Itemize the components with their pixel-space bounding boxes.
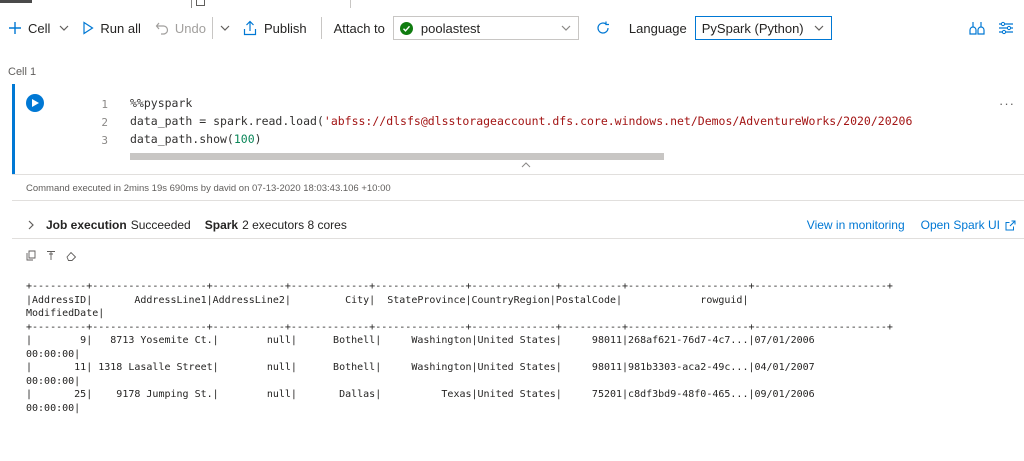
refresh-icon [597,21,609,34]
code-text: %%pyspark [130,96,193,110]
chevron-up-icon[interactable] [520,160,532,170]
toolbar-divider [211,17,213,39]
add-cell-label: Cell [28,20,51,36]
chevron-down-icon [561,25,571,31]
tab-fragment [0,0,32,3]
divider [12,200,1024,201]
run-all-button[interactable]: Run all [82,14,141,42]
job-execution-title: Job execution [46,218,127,232]
external-link-icon[interactable] [1005,220,1016,231]
settings-sliders-icon [999,21,1013,35]
divider [12,238,1024,239]
play-icon [32,99,39,107]
code-line[interactable]: data_path.show(100) [130,132,262,146]
filter-icon[interactable] [46,250,56,261]
code-text: .read.load( [247,114,324,128]
clear-output-icon[interactable] [66,251,77,261]
code-identifier: spark [213,114,248,128]
chevron-down-icon [59,25,69,31]
attach-to-value: poolastest [420,20,481,36]
notebook-tab-strip [0,0,360,8]
publish-label: Publish [263,20,307,36]
language-value: PySpark (Python) [701,20,804,36]
copy-icon[interactable] [26,250,36,261]
horizontal-scrollbar[interactable] [130,153,664,160]
divider [12,174,1024,175]
play-icon [83,21,95,35]
chevron-right-icon[interactable] [26,219,36,231]
run-all-label: Run all [100,20,141,36]
view-in-monitoring-link[interactable]: View in monitoring [807,218,905,232]
line-number: 1 [101,98,108,111]
variables-icon [969,22,985,35]
language-select[interactable]: PySpark (Python) [694,16,832,40]
command-execution-info: Command executed in 2mins 19s 690ms by d… [26,183,391,194]
code-string: 'abfss://dlsfs@dlsstorageaccount.dfs.cor… [323,114,913,128]
undo-icon [155,22,168,35]
attach-to-label: Attach to [333,20,385,36]
undo-label: Undo [174,20,206,36]
notebook-toolbar: Cell Run all Undo Publish Attach to pool… [0,8,1024,48]
publish-icon [243,20,257,36]
code-text: data_path.show( [130,132,234,146]
undo-dropdown-button[interactable] [219,14,231,42]
publish-button[interactable]: Publish [243,14,307,42]
spark-label: Spark [204,218,239,232]
add-cell-button[interactable]: Cell [8,14,70,42]
plus-icon [9,22,21,34]
line-number: 3 [101,134,108,147]
run-cell-button[interactable] [26,94,44,112]
line-number: 2 [101,116,108,129]
code-text: data_path = [130,114,214,128]
check-circle-icon [399,21,413,35]
chevron-down-icon [814,25,824,31]
code-text: ) [254,132,262,146]
code-line[interactable]: data_path = spark.read.load('abfss://dls… [130,114,912,128]
variables-button[interactable] [968,14,986,42]
refresh-button[interactable] [595,14,611,42]
chevron-down-icon [220,25,230,31]
active-tab-fragment[interactable] [191,0,351,8]
output-toolbar [26,250,77,261]
job-status: Succeeded [130,218,191,232]
job-execution-row: Job execution Succeeded Spark 2 executor… [26,216,1016,234]
tab-icon [196,0,205,6]
spark-detail: 2 executors 8 cores [242,218,347,232]
toolbar-divider [320,17,322,39]
code-line[interactable]: %%pyspark [130,96,192,110]
code-number: 100 [233,132,255,146]
cell-label: Cell 1 [8,66,37,78]
more-options-icon[interactable]: ··· [999,96,1015,111]
cell-output: +---------+-------------------+---------… [26,281,893,414]
properties-button[interactable] [998,14,1014,42]
open-spark-ui-link[interactable]: Open Spark UI [921,218,1000,232]
undo-button[interactable]: Undo [155,14,206,42]
attach-to-select[interactable]: poolastest [392,16,579,40]
language-label: Language [628,20,687,36]
